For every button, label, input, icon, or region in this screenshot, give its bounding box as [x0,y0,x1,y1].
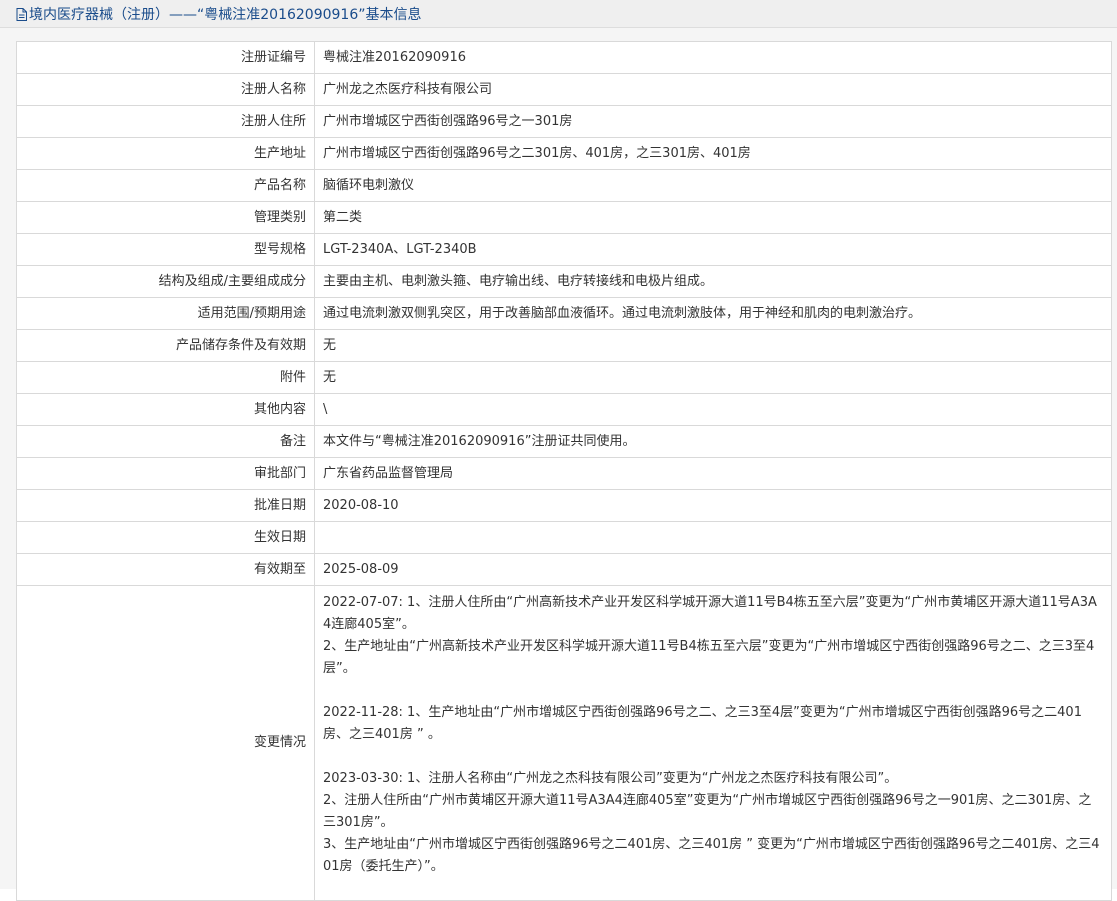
field-label: 管理类别 [16,201,315,234]
field-label: 注册人名称 [16,73,315,106]
table-row: 结构及组成/主要组成成分 主要由主机、电刺激头箍、电疗输出线、电疗转接线和电极片组… [16,265,1112,298]
change-line: 2、注册人住所由“广州市黄埔区开源大道11号A3A4连廊405室”变更为“广州市… [323,793,1092,830]
table-row: 产品储存条件及有效期无 [16,329,1112,362]
change-line: 2022-07-07: 1、注册人住所由“广州高新技术产业开发区科学城开源大道1… [323,595,1097,632]
field-value: 主要由主机、电刺激头箍、电疗输出线、电疗转接线和电极片组成。 [314,265,1112,298]
table-row: 审批部门 广东省药品监督管理局 [16,457,1112,490]
detail-table: 注册证编号 粤械注准20162090916 注册人名称 广州龙之杰医疗科技有限公司 注册… [16,41,1112,901]
field-value: 广州市增城区宁西街创强路96号之一301房 [314,105,1112,138]
field-label: 产品名称 [16,169,315,202]
table-row: 管理类别 第二类 [16,201,1112,234]
change-line: 2023-03-30: 1、注册人名称由“广州龙之杰科技有限公司”变更为“广州龙… [323,771,898,786]
table-row: 批准日期 2020-08-10 [16,489,1112,522]
field-label: 注册人住所 [16,105,315,138]
field-value: 无 [314,329,1112,362]
field-value: 2020-08-10 [314,489,1112,522]
change-history-label: 变更情况 [16,585,315,901]
table-row: 注册证编号 粤械注准20162090916 [16,41,1112,74]
field-label: 附件 [16,361,315,394]
field-value: LGT-2340A、LGT-2340B [314,233,1112,266]
field-value: 第二类 [314,201,1112,234]
field-value: 广州龙之杰医疗科技有限公司 [314,73,1112,106]
table-row: 注册人住所 广州市增城区宁西街创强路96号之一301房 [16,105,1112,138]
field-label: 结构及组成/主要组成成分 [16,265,315,298]
change-line: 2、生产地址由“广州高新技术产业开发区科学城开源大道11号B4栋五至六层”变更为… [323,639,1095,676]
document-icon [16,8,27,21]
page-title: 境内医疗器械（注册）——“粤械注准20162090916”基本信息 [29,6,422,23]
field-value: 本文件与“粤械注准20162090916”注册证共同使用。 [314,425,1112,458]
change-entry: 2022-07-07: 1、注册人住所由“广州高新技术产业开发区科学城开源大道1… [323,592,1103,680]
field-value: 通过电流刺激双侧乳突区，用于改善脑部血液循环。通过电流刺激肢体，用于神经和肌肉的… [314,297,1112,330]
field-value: 广州市增城区宁西街创强路96号之二301房、401房，之三301房、401房 [314,137,1112,170]
field-label: 生产地址 [16,137,315,170]
field-value: 脑循环电刺激仪 [314,169,1112,202]
table-row: 产品名称 脑循环电刺激仪 [16,169,1112,202]
change-entry: 2022-11-28: 1、生产地址由“广州市增城区宁西街创强路96号之二、之三… [323,702,1103,746]
field-value: 粤械注准20162090916 [314,41,1112,74]
table-row: 注册人名称 广州龙之杰医疗科技有限公司 [16,73,1112,106]
table-row: 有效期至 2025-08-09 [16,553,1112,586]
field-value: 无 [314,361,1112,394]
change-history-row: 变更情况 2022-07-07: 1、注册人住所由“广州高新技术产业开发区科学城开… [16,585,1112,901]
field-value [314,521,1112,554]
table-row: 附件无 [16,361,1112,394]
page-title-bar: 境内医疗器械（注册）——“粤械注准20162090916”基本信息 [0,0,1117,28]
change-line: 2022-11-28: 1、生产地址由“广州市增城区宁西街创强路96号之二、之三… [323,705,1082,742]
field-value: 广东省药品监督管理局 [314,457,1112,490]
field-label: 审批部门 [16,457,315,490]
content-frame: 注册证编号 粤械注准20162090916 注册人名称 广州龙之杰医疗科技有限公司 注册… [0,28,1117,901]
field-label: 其他内容 [16,393,315,426]
table-row: 备注 本文件与“粤械注准20162090916”注册证共同使用。 [16,425,1112,458]
table-row: 生产地址 广州市增城区宁西街创强路96号之二301房、401房，之三301房、40… [16,137,1112,170]
field-value: 2025-08-09 [314,553,1112,586]
table-row: 其他内容 \ [16,393,1112,426]
table-row: 适用范围/预期用途 通过电流刺激双侧乳突区，用于改善脑部血液循环。通过电流刺激肢体… [16,297,1112,330]
field-label: 注册证编号 [16,41,315,74]
change-entry: 2023-03-30: 1、注册人名称由“广州龙之杰科技有限公司”变更为“广州龙… [323,768,1103,878]
field-label: 批准日期 [16,489,315,522]
field-label: 产品储存条件及有效期 [16,329,315,362]
field-label: 有效期至 [16,553,315,586]
field-label: 适用范围/预期用途 [16,297,315,330]
change-line: 3、生产地址由“广州市增城区宁西街创强路96号之二401房、之三401房 ” 变… [323,837,1100,874]
table-row: 生效日期 [16,521,1112,554]
change-history-value: 2022-07-07: 1、注册人住所由“广州高新技术产业开发区科学城开源大道1… [314,585,1112,901]
field-label: 备注 [16,425,315,458]
field-label: 生效日期 [16,521,315,554]
table-row: 型号规格 LGT-2340A、LGT-2340B [16,233,1112,266]
field-value: \ [314,393,1112,426]
field-label: 型号规格 [16,233,315,266]
